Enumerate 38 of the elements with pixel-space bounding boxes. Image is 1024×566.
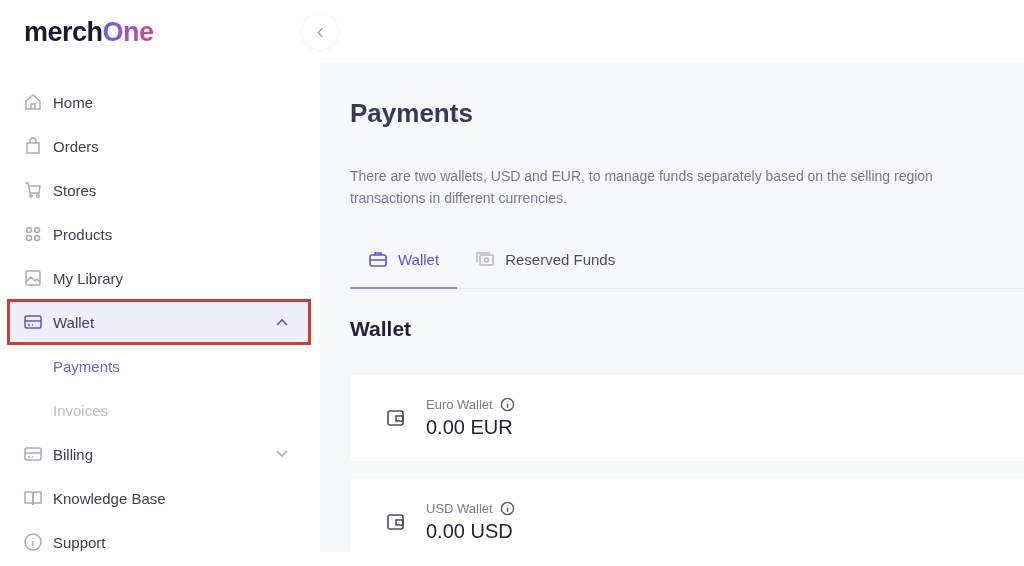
sidebar-item[interactable]: Products xyxy=(10,214,308,254)
card-icon xyxy=(23,444,43,464)
chevron-up-icon xyxy=(276,318,288,326)
wallet-icon xyxy=(386,512,406,532)
submenu-item[interactable]: Payments xyxy=(0,346,320,386)
grid-icon xyxy=(23,224,43,244)
briefcase-icon xyxy=(368,249,388,269)
info-icon[interactable] xyxy=(499,397,515,412)
sidebar-item[interactable]: Support xyxy=(10,522,308,552)
sidebar-item[interactable]: Stores xyxy=(10,170,308,210)
home-icon xyxy=(23,92,43,112)
sidebar-item[interactable]: Knowledge Base xyxy=(10,478,308,518)
page-description: There are two wallets, USD and EUR, to manage funds separately based on the selling region transactions in different currencies. xyxy=(350,167,934,208)
section-title: Wallet xyxy=(350,317,413,341)
book-icon xyxy=(23,488,43,508)
tab[interactable]: Reserved Funds xyxy=(457,235,634,289)
wallet-label: Euro Wallet xyxy=(426,397,493,412)
chevron-down-icon xyxy=(276,450,288,458)
banknote-icon xyxy=(475,249,496,269)
wallet-amount: 0.00 USD xyxy=(426,520,514,543)
wallet-label: USD Wallet xyxy=(426,501,493,516)
card-icon xyxy=(23,312,43,332)
wallet-icon xyxy=(386,408,406,428)
info-icon[interactable] xyxy=(499,501,515,516)
wallet-amount: 0.00 EUR xyxy=(426,416,514,439)
page-title: Payments xyxy=(350,98,474,129)
sidebar-item[interactable]: Billing xyxy=(10,434,308,474)
sidebar-item[interactable]: Wallet xyxy=(10,302,308,342)
chevron-left-icon xyxy=(316,26,324,38)
sidebar-item[interactable]: Home xyxy=(10,82,308,122)
sidebar-item[interactable]: My Library xyxy=(10,258,308,298)
image-icon xyxy=(23,268,43,288)
sidebar-item[interactable]: Orders xyxy=(10,126,308,166)
logo: merchOne xyxy=(24,17,154,49)
tab[interactable]: Wallet xyxy=(350,235,458,289)
bag-icon xyxy=(23,136,43,156)
cart-icon xyxy=(23,180,43,200)
info-icon xyxy=(23,532,43,552)
